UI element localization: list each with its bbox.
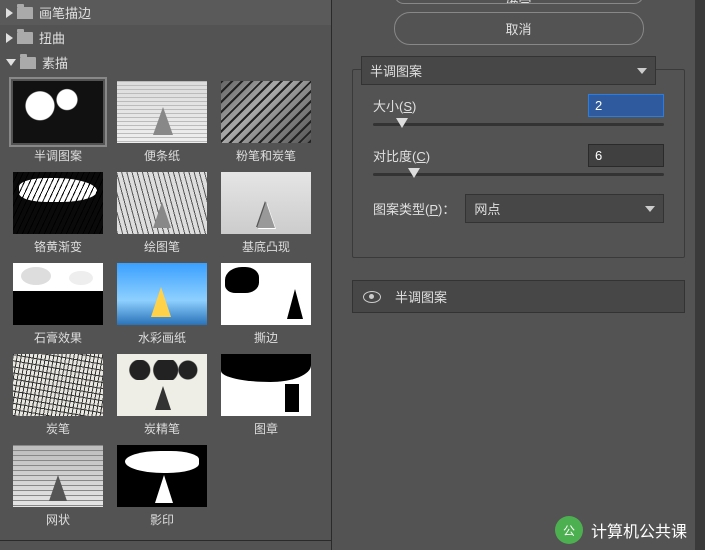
filter-thumbnail xyxy=(13,172,103,234)
filter-thumbnail xyxy=(221,172,311,234)
filters-sidebar: 画笔描边 扭曲 素描 半调图案 便条纸 粉笔和炭笔 xyxy=(0,0,332,550)
contrast-input[interactable] xyxy=(588,144,664,167)
filter-item-conte-crayon[interactable]: 炭精笔 xyxy=(110,354,214,437)
slider-handle[interactable] xyxy=(408,168,420,178)
filter-item-notepaper[interactable]: 便条纸 xyxy=(110,81,214,164)
filter-thumbnail xyxy=(117,354,207,416)
filter-thumbnail xyxy=(13,445,103,507)
filter-thumbnail xyxy=(117,263,207,325)
category-distort[interactable]: 扭曲 xyxy=(0,25,331,50)
pattern-type-select[interactable]: 网点 xyxy=(465,194,664,223)
filter-thumbnail xyxy=(221,263,311,325)
contrast-label: 对比度(C) xyxy=(373,146,588,165)
chevron-right-icon xyxy=(6,8,13,18)
filter-item-reticulation[interactable]: 网状 xyxy=(6,445,110,528)
category-label: 画笔描边 xyxy=(39,3,91,22)
filter-item-photocopy[interactable]: 影印 xyxy=(110,445,214,528)
category-label: 扭曲 xyxy=(39,28,65,47)
folder-icon xyxy=(17,32,33,44)
cancel-button[interactable]: 取消 xyxy=(394,12,644,45)
chevron-right-icon xyxy=(6,33,13,43)
filter-thumbnail xyxy=(117,81,207,143)
size-label: 大小(S) xyxy=(373,96,588,115)
filter-thumbnail xyxy=(221,81,311,143)
filter-item-plaster[interactable]: 石膏效果 xyxy=(6,263,110,346)
size-slider[interactable] xyxy=(373,123,664,126)
chevron-down-icon xyxy=(645,206,655,212)
wechat-icon: 公 xyxy=(555,516,583,544)
slider-handle[interactable] xyxy=(396,118,408,128)
ok-button[interactable]: 确定 xyxy=(394,0,644,4)
filter-label: 半调图案 xyxy=(6,147,110,164)
filter-thumbnail xyxy=(13,81,103,143)
filter-thumbnail xyxy=(117,172,207,234)
folder-icon xyxy=(20,57,36,69)
pattern-type-value: 网点 xyxy=(474,199,500,218)
filter-label: 石膏效果 xyxy=(6,329,110,346)
filter-thumbnail xyxy=(117,445,207,507)
effect-layer-row[interactable]: 半调图案 xyxy=(352,280,685,313)
filter-item-chalk-charcoal[interactable]: 粉笔和炭笔 xyxy=(214,81,318,164)
filter-label: 炭笔 xyxy=(6,420,110,437)
filter-label: 影印 xyxy=(110,511,214,528)
filter-item-graphic-pen[interactable]: 绘图笔 xyxy=(110,172,214,255)
filter-label: 铬黄渐变 xyxy=(6,238,110,255)
filter-label: 基底凸现 xyxy=(214,238,318,255)
category-brushstrokes[interactable]: 画笔描边 xyxy=(0,0,331,25)
watermark-text: 计算机公共课 xyxy=(591,518,687,542)
watermark: 公 计算机公共课 xyxy=(555,516,687,544)
filter-label: 绘图笔 xyxy=(110,238,214,255)
filter-item-torn-edges[interactable]: 撕边 xyxy=(214,263,318,346)
filter-select-value: 半调图案 xyxy=(370,61,422,80)
filter-item-bas-relief[interactable]: 基底凸现 xyxy=(214,172,318,255)
filter-grid: 半调图案 便条纸 粉笔和炭笔 铬黄渐变 绘图笔 基底凸现 xyxy=(0,75,331,538)
filter-item-waterpaper[interactable]: 水彩画纸 xyxy=(110,263,214,346)
filter-select[interactable]: 半调图案 xyxy=(361,56,656,85)
filter-thumbnail xyxy=(221,354,311,416)
filter-label: 便条纸 xyxy=(110,147,214,164)
filter-label: 图章 xyxy=(214,420,318,437)
filter-item-halftone[interactable]: 半调图案 xyxy=(6,81,110,164)
category-sketch[interactable]: 素描 xyxy=(0,50,331,75)
contrast-slider[interactable] xyxy=(373,173,664,176)
filter-label: 炭精笔 xyxy=(110,420,214,437)
filter-item-charcoal[interactable]: 炭笔 xyxy=(6,354,110,437)
settings-panel: 确定 取消 半调图案 大小(S) 对比度(C) xyxy=(332,0,705,550)
filter-thumbnail xyxy=(13,354,103,416)
filter-label: 水彩画纸 xyxy=(110,329,214,346)
size-input[interactable] xyxy=(588,94,664,117)
chevron-down-icon xyxy=(637,68,647,74)
eye-icon[interactable] xyxy=(363,291,381,303)
docked-panel-edge xyxy=(695,0,705,550)
params-group: 半调图案 大小(S) 对比度(C) 图案类型(P)： 网 xyxy=(352,69,685,258)
filter-item-stamp[interactable]: 图章 xyxy=(214,354,318,437)
filter-item-chrome[interactable]: 铬黄渐变 xyxy=(6,172,110,255)
filter-label: 撕边 xyxy=(214,329,318,346)
filter-label: 网状 xyxy=(6,511,110,528)
category-label: 素描 xyxy=(42,53,68,72)
chevron-down-icon xyxy=(6,59,16,66)
folder-icon xyxy=(17,7,33,19)
filter-label: 粉笔和炭笔 xyxy=(214,147,318,164)
pattern-type-label: 图案类型(P)： xyxy=(373,199,455,218)
filter-thumbnail xyxy=(13,263,103,325)
effect-layer-name: 半调图案 xyxy=(395,287,447,306)
divider xyxy=(0,540,331,541)
